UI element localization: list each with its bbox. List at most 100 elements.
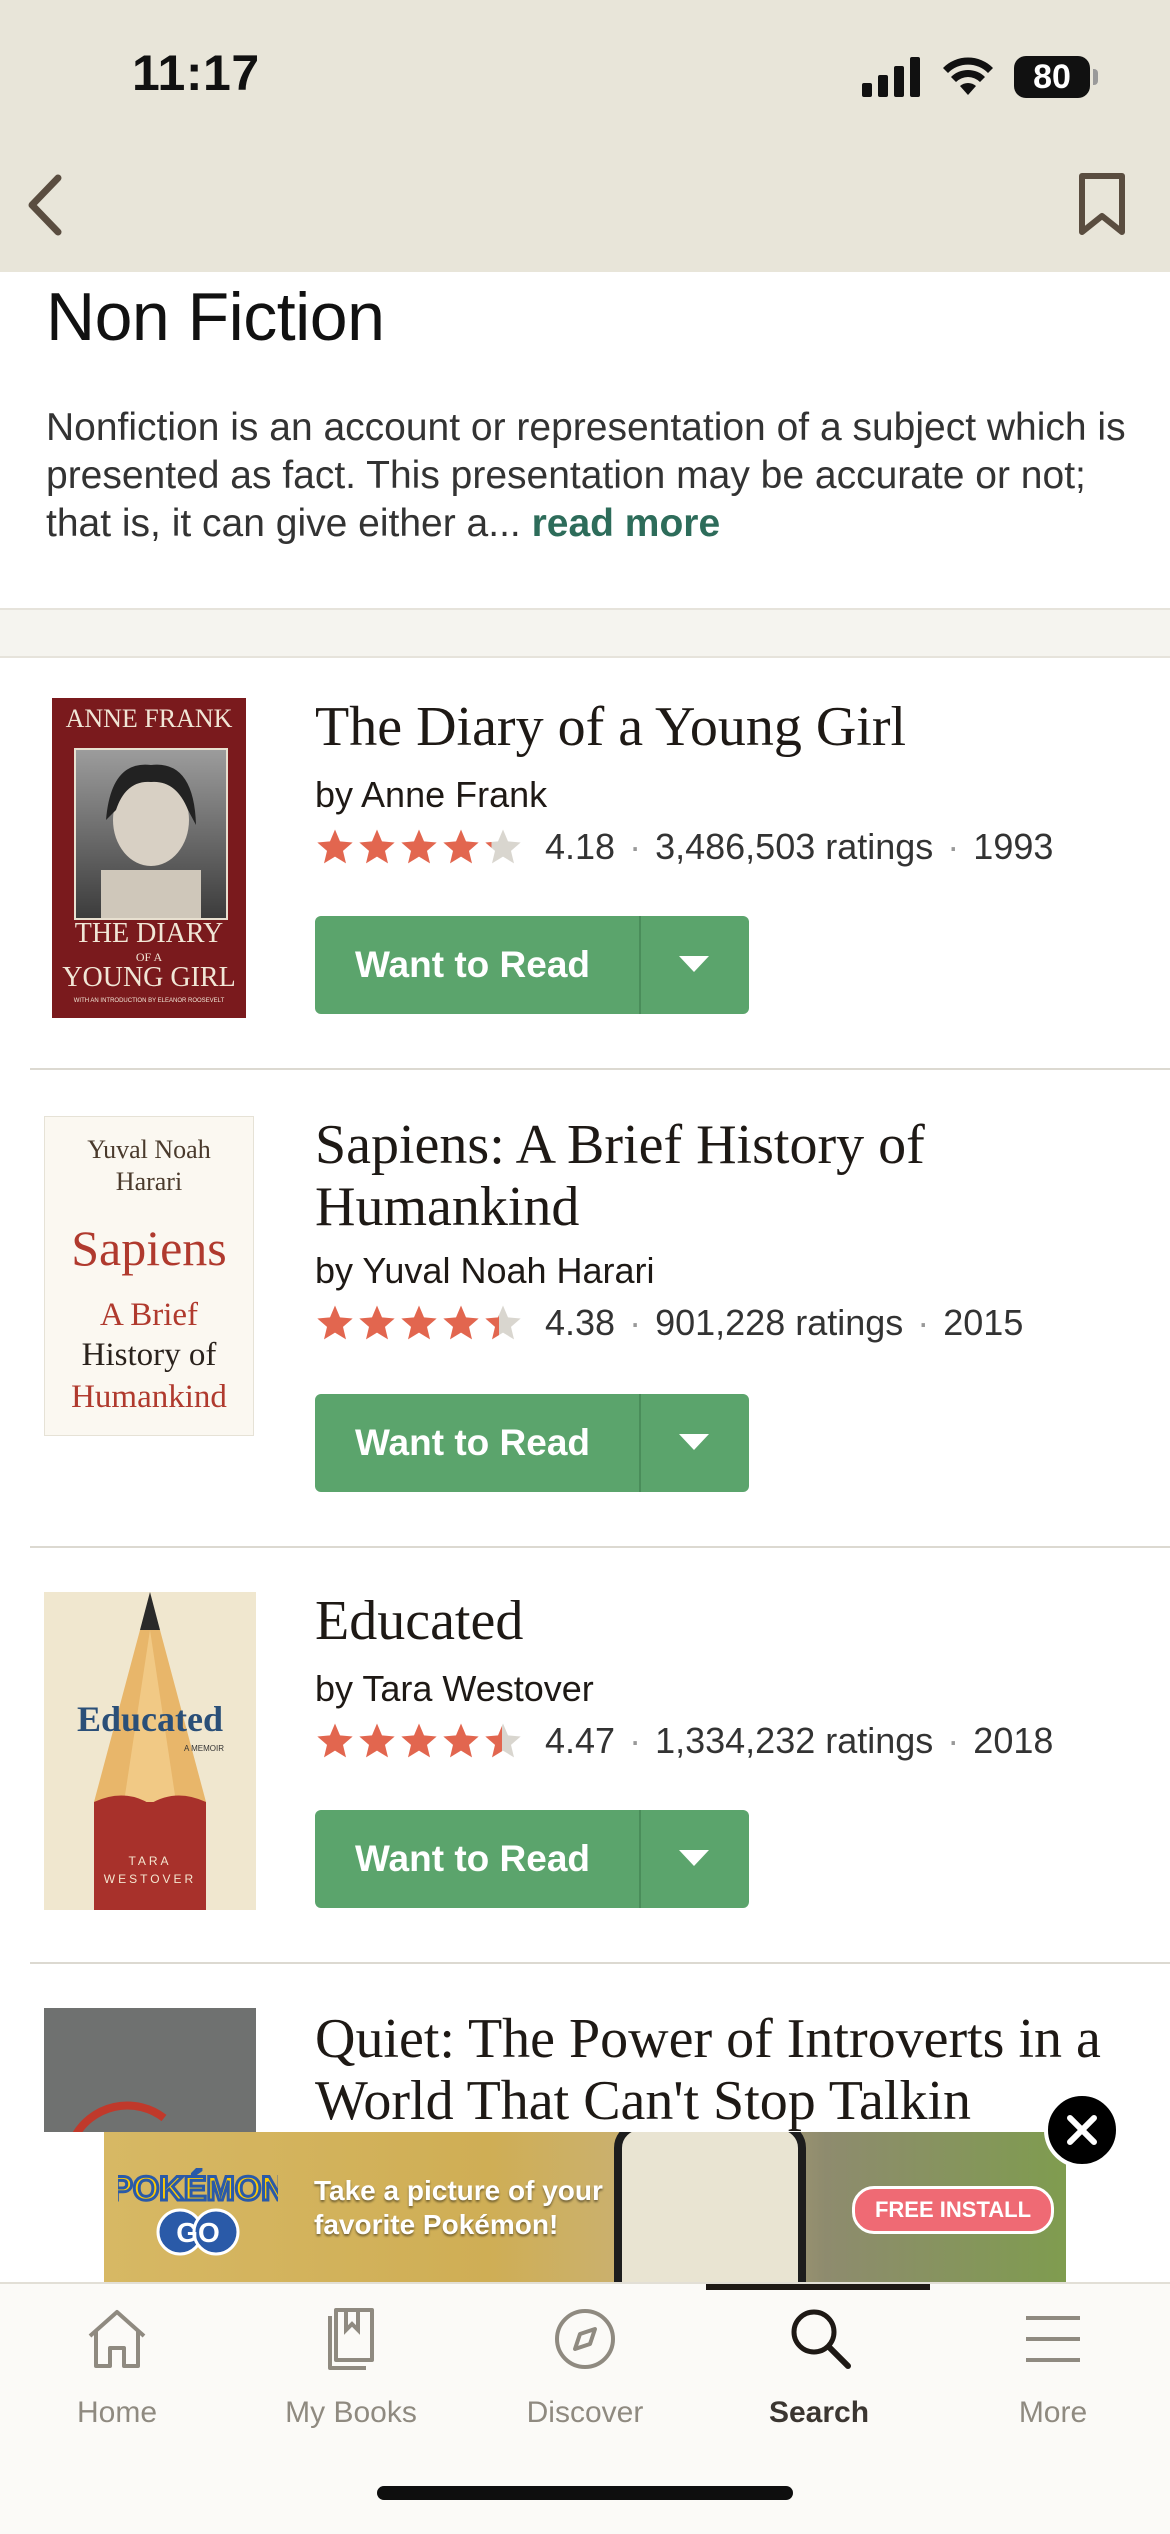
separator-dot: · [629, 1302, 642, 1343]
svg-text:GO: GO [176, 2217, 220, 2248]
star-icon [359, 829, 395, 864]
star-icon [443, 829, 479, 864]
star-icon [401, 1305, 437, 1340]
separator-dot: · [629, 1720, 642, 1761]
cover-subtitle: WITH AN INTRODUCTION BY ELEANOR ROOSEVEL… [73, 998, 225, 1004]
top-bar: 11:17 80 [0, 0, 1170, 272]
separator-dot: · [947, 1720, 960, 1761]
back-button[interactable] [20, 170, 70, 240]
star-icon [359, 1305, 395, 1340]
book-row[interactable]: ANNE FRANK THE DIARY OF A YOUNG GIRL WIT… [30, 656, 1170, 1070]
book-title[interactable]: Sapiens: A Brief History of Humankind [315, 1114, 955, 1238]
shelf-dropdown-button[interactable] [641, 1810, 747, 1908]
publication-year: 2018 [973, 1720, 1054, 1761]
cover-author: WESTOVER [103, 1872, 197, 1886]
star-icon [401, 1723, 437, 1758]
book-row[interactable]: Educated A MEMOIR TARA WESTOVER Educated… [30, 1548, 1170, 1964]
average-rating: 4.38 [545, 1302, 616, 1343]
average-rating: 4.47 [545, 1720, 616, 1761]
active-tab-indicator [706, 2284, 930, 2290]
ad-tagline-line: favorite Pokémon! [314, 2209, 559, 2240]
want-to-read-button[interactable]: Want to Read [315, 916, 641, 1014]
read-more-link[interactable]: read more [532, 502, 721, 545]
ad-margin [0, 2132, 104, 2282]
star-rating [315, 1721, 525, 1761]
ad-tagline: Take a picture of your favorite Pokémon! [314, 2174, 603, 2242]
tab-search[interactable]: Search [702, 2304, 936, 2430]
genre-title: Non Fiction [46, 279, 385, 355]
ad-phone-image [614, 2132, 806, 2282]
chevron-down-icon [679, 1434, 709, 1450]
tab-more[interactable]: More [936, 2304, 1170, 2430]
portrait-image [101, 764, 201, 918]
star-icon [317, 829, 353, 864]
books-icon [328, 2308, 374, 2370]
book-title[interactable]: Educated [315, 1590, 1135, 1652]
book-cover[interactable]: Educated A MEMOIR TARA WESTOVER [44, 1592, 256, 1910]
section-divider [0, 608, 1170, 658]
want-to-read-button[interactable]: Want to Read [315, 1810, 641, 1908]
publication-year: 1993 [973, 826, 1054, 867]
book-cover[interactable] [44, 2008, 256, 2132]
book-title[interactable]: Quiet: The Power of Introverts in a Worl… [315, 2008, 1145, 2132]
tab-home[interactable]: Home [0, 2304, 234, 2430]
separator-dot: · [629, 826, 642, 867]
rating-line: 4.18 · 3,486,503 ratings · 1993 [315, 826, 1053, 868]
bookmark-button[interactable] [1074, 172, 1130, 236]
separator-dot: · [917, 1302, 930, 1343]
signal-icon [862, 57, 920, 97]
tab-label: Discover [526, 2396, 644, 2429]
cover-title: Sapiens [71, 1220, 227, 1276]
pokemon-go-logo: POKÉMON GO [118, 2169, 278, 2256]
close-icon [1067, 2115, 1097, 2145]
shelf-dropdown-button[interactable] [641, 1394, 747, 1492]
logo-text: POKÉMON [118, 2170, 278, 2208]
book-author[interactable]: by Tara Westover [315, 1668, 594, 1710]
star-icon [443, 1723, 479, 1758]
star-icon [359, 1723, 395, 1758]
cover-subtitle: A MEMOIR [184, 1744, 225, 1753]
tab-label: Home [76, 2396, 158, 2429]
cover-photo [74, 748, 228, 920]
ad-close-button[interactable] [1044, 2092, 1120, 2168]
book-row[interactable]: Quiet: The Power of Introverts in a Worl… [30, 1964, 1170, 2132]
book-author[interactable]: by Anne Frank [315, 774, 547, 816]
ad-install-button[interactable]: FREE INSTALL [852, 2186, 1054, 2234]
tab-label: My Books [285, 2396, 417, 2429]
cover-title: Educated [76, 1699, 224, 1739]
star-icon [317, 1723, 353, 1758]
cover-author: Yuval Noah [87, 1135, 211, 1164]
chevron-down-icon [679, 956, 709, 972]
tab-discover[interactable]: Discover [468, 2304, 702, 2430]
cover-title: THE DIARY [74, 918, 224, 949]
shelf-dropdown-button[interactable] [641, 916, 747, 1014]
ad-banner[interactable]: POKÉMON GO Take a picture of your favori… [104, 2132, 1066, 2282]
book-author[interactable]: by Yuval Noah Harari [315, 1250, 655, 1292]
star-icon [317, 1305, 353, 1340]
menu-icon [1026, 2316, 1080, 2362]
book-cover[interactable]: ANNE FRANK THE DIARY OF A YOUNG GIRL WIT… [52, 698, 246, 1018]
star-rating [315, 827, 525, 867]
want-to-read-button[interactable]: Want to Read [315, 1394, 641, 1492]
tab-label: More [1018, 2396, 1088, 2429]
star-rating [315, 1303, 525, 1343]
tab-my-books[interactable]: My Books [234, 2304, 468, 2430]
book-title[interactable]: The Diary of a Young Girl [315, 696, 1135, 758]
status-icons: 80 [862, 52, 1098, 102]
want-to-read-control: Want to Read [315, 1394, 749, 1492]
book-cover[interactable]: Yuval Noah Harari Sapiens A Brief Histor… [44, 1116, 254, 1436]
home-icon [88, 2310, 146, 2368]
tab-label: Search [768, 2396, 870, 2429]
cover-author: TARA [128, 1854, 172, 1868]
cover-art [44, 2008, 256, 2132]
cover-subtitle: Humankind [71, 1379, 227, 1415]
separator-dot: · [947, 826, 960, 867]
search-icon [791, 2309, 851, 2369]
ratings-count: 1,334,232 ratings [655, 1720, 934, 1761]
book-row[interactable]: Yuval Noah Harari Sapiens A Brief Histor… [30, 1070, 1170, 1548]
star-icon [485, 1723, 521, 1758]
star-icon [443, 1305, 479, 1340]
star-icon [485, 829, 521, 864]
publication-year: 2015 [943, 1302, 1024, 1343]
ratings-count: 3,486,503 ratings [655, 826, 934, 867]
